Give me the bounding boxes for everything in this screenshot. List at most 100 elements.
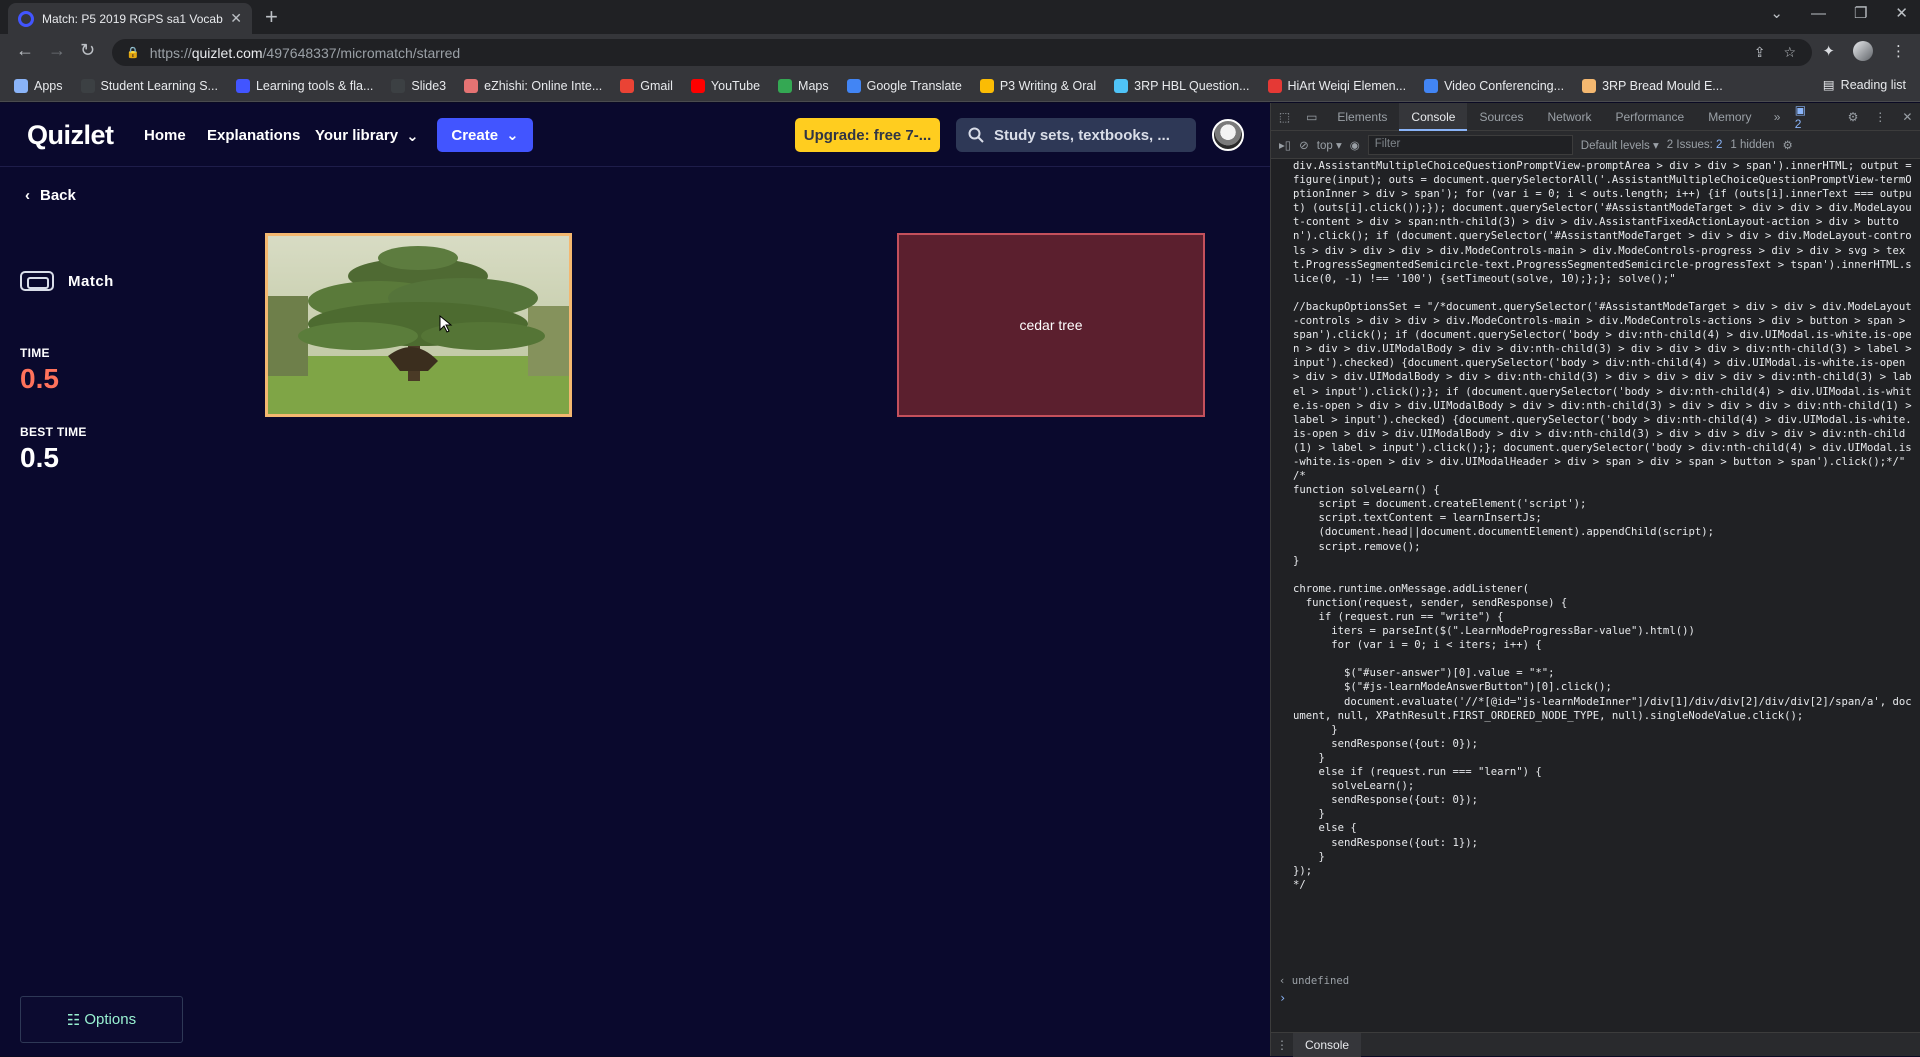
back-arrow-icon[interactable]: ← bbox=[16, 40, 34, 61]
bookmark-label: Student Learning S... bbox=[100, 78, 218, 93]
bookmark-item[interactable]: eZhishi: Online Inte... bbox=[464, 78, 602, 93]
devtools-menu-icon[interactable]: ⋮ bbox=[1867, 110, 1894, 124]
tab-search-chevron-icon[interactable]: ⌄ bbox=[1770, 4, 1783, 22]
chevron-down-icon: ⌄ bbox=[406, 128, 419, 145]
nav-home[interactable]: Home bbox=[144, 127, 186, 144]
reading-list-button[interactable]: ▤ Reading list bbox=[1823, 77, 1906, 93]
nav-your-library[interactable]: Your library ⌄ bbox=[315, 127, 419, 145]
bookmark-item[interactable]: Maps bbox=[778, 78, 829, 93]
bookmark-favicon-icon bbox=[778, 78, 793, 93]
browser-menu-icon[interactable]: ⋮ bbox=[1891, 42, 1906, 60]
share-icon[interactable]: ⇪ bbox=[1754, 44, 1766, 61]
filter-input[interactable]: Filter bbox=[1367, 134, 1573, 155]
bookmark-favicon-icon bbox=[690, 78, 705, 93]
bookmark-item[interactable]: Learning tools & fla... bbox=[235, 78, 374, 93]
back-label: Back bbox=[40, 187, 76, 204]
bookmark-item[interactable]: Slide3 bbox=[391, 78, 446, 93]
inspect-element-icon[interactable]: ⬚ bbox=[1271, 110, 1298, 124]
back-link[interactable]: ‹ Back bbox=[25, 187, 76, 204]
bookmark-favicon-icon bbox=[1267, 78, 1282, 93]
browser-tab[interactable]: Match: P5 2019 RGPS sa1 Vocab ✕ bbox=[8, 3, 252, 34]
bookmark-item[interactable]: HiArt Weiqi Elemen... bbox=[1267, 78, 1406, 93]
search-input[interactable]: Study sets, textbooks, ... bbox=[956, 118, 1196, 152]
extensions-puzzle-icon[interactable]: ✦ bbox=[1822, 42, 1835, 60]
context-label: top bbox=[1316, 139, 1333, 152]
bookmark-favicon-icon bbox=[235, 78, 250, 93]
create-button[interactable]: Create ⌄ bbox=[437, 118, 533, 152]
reload-icon[interactable]: ↻ bbox=[80, 40, 95, 61]
context-select[interactable]: top ▾ bbox=[1317, 138, 1342, 152]
devtools-tab-memory[interactable]: Memory bbox=[1696, 103, 1763, 131]
bookmark-item[interactable]: Video Conferencing... bbox=[1424, 78, 1565, 93]
profile-avatar[interactable] bbox=[1853, 41, 1873, 61]
bookmark-label: 3RP HBL Question... bbox=[1134, 78, 1250, 93]
devtools-tab-elements[interactable]: Elements bbox=[1325, 103, 1399, 131]
bookmarks-bar: Apps Student Learning S... Learning tools … bbox=[0, 70, 1920, 102]
term-card-cedar-tree[interactable]: cedar tree bbox=[897, 233, 1205, 417]
bookmark-label: YouTube bbox=[710, 78, 761, 93]
settings-gear-icon[interactable]: ⚙ bbox=[1839, 110, 1866, 124]
chevron-down-icon: ⌄ bbox=[506, 127, 519, 144]
close-devtools-icon[interactable]: ✕ bbox=[1894, 110, 1920, 124]
bookmark-item[interactable]: P3 Writing & Oral bbox=[979, 78, 1097, 93]
user-avatar[interactable] bbox=[1212, 119, 1244, 151]
more-tabs-icon[interactable]: » bbox=[1764, 110, 1791, 124]
forward-arrow-icon[interactable]: → bbox=[48, 40, 66, 61]
restore-icon[interactable]: ❐ bbox=[1854, 4, 1867, 22]
console-toolbar: ▸▯ ⊘ top ▾ ◉ Filter Default levels ▾ 2 I… bbox=[1271, 131, 1920, 159]
address-bar[interactable]: 🔒 https://quizlet.com/497648337/micromat… bbox=[112, 39, 1812, 66]
bookmark-item[interactable]: Apps bbox=[14, 78, 63, 93]
best-time-value: 0.5 bbox=[20, 442, 59, 473]
search-icon bbox=[968, 127, 984, 143]
quizlet-favicon-icon bbox=[18, 10, 34, 27]
new-tab-button[interactable]: + bbox=[265, 4, 278, 30]
bookmark-star-icon[interactable]: ☆ bbox=[1783, 44, 1796, 61]
close-tab-icon[interactable]: ✕ bbox=[230, 10, 242, 27]
bookmark-label: Apps bbox=[34, 78, 63, 93]
devtools-tab-sources[interactable]: Sources bbox=[1467, 103, 1535, 131]
upgrade-button[interactable]: Upgrade: free 7-... bbox=[795, 118, 940, 152]
bookmark-item[interactable]: Google Translate bbox=[846, 78, 962, 93]
bookmark-label: Maps bbox=[798, 78, 829, 93]
browser-tab-strip: Match: P5 2019 RGPS sa1 Vocab ✕ + ⌄ — ❐ … bbox=[0, 0, 1920, 34]
bookmark-label: Learning tools & fla... bbox=[255, 78, 374, 93]
log-levels-select[interactable]: Default levels ▾ bbox=[1581, 138, 1659, 152]
clear-console-icon[interactable]: ⊘ bbox=[1299, 138, 1309, 152]
bookmark-item[interactable]: 3RP Bread Mould E... bbox=[1582, 78, 1723, 93]
bookmark-item[interactable]: 3RP HBL Question... bbox=[1114, 78, 1250, 93]
create-label: Create bbox=[451, 126, 499, 144]
devtools-drawer: ⋮ Console bbox=[1271, 1032, 1920, 1057]
sidebar-toggle-icon[interactable]: ▸▯ bbox=[1279, 138, 1291, 152]
site-header: Quizlet Home Explanations Your library ⌄… bbox=[0, 103, 1270, 167]
sliders-icon: ☷ bbox=[66, 1011, 81, 1029]
bookmark-label: Video Conferencing... bbox=[1444, 78, 1565, 93]
bookmark-item[interactable]: YouTube bbox=[690, 78, 761, 93]
bookmark-label: P3 Writing & Oral bbox=[999, 78, 1097, 93]
options-button[interactable]: ☷ Options bbox=[20, 996, 183, 1043]
quizlet-logo[interactable]: Quizlet bbox=[27, 120, 114, 151]
console-settings-gear-icon[interactable]: ⚙ bbox=[1783, 138, 1793, 152]
extension-area: ✦ ⋮ bbox=[1822, 41, 1906, 61]
drawer-menu-icon[interactable]: ⋮ bbox=[1271, 1038, 1293, 1052]
devtools-tab-console[interactable]: Console bbox=[1399, 102, 1468, 131]
drawer-tab-console[interactable]: Console bbox=[1293, 1032, 1362, 1057]
nav-explanations[interactable]: Explanations bbox=[207, 127, 300, 144]
bookmark-item[interactable]: Gmail bbox=[620, 78, 673, 93]
window-controls: ⌄ — ❐ ✕ bbox=[1770, 4, 1908, 23]
issues-button[interactable]: 2 Issues: 2 bbox=[1667, 139, 1723, 151]
devtools-tab-bar: ⬚ ▭ Elements Console Sources Network Per… bbox=[1271, 102, 1920, 131]
bookmark-item[interactable]: Student Learning S... bbox=[80, 78, 218, 93]
devtools-tab-network[interactable]: Network bbox=[1535, 103, 1603, 131]
bookmark-label: Gmail bbox=[640, 78, 673, 93]
bookmark-favicon-icon bbox=[846, 78, 861, 93]
messages-badge[interactable]: ▣ 2 bbox=[1795, 103, 1816, 131]
close-window-icon[interactable]: ✕ bbox=[1895, 4, 1908, 22]
minimize-icon[interactable]: — bbox=[1811, 5, 1826, 22]
devtools-tab-performance[interactable]: Performance bbox=[1603, 103, 1696, 131]
device-toolbar-icon[interactable]: ▭ bbox=[1298, 110, 1325, 124]
live-expression-eye-icon[interactable]: ◉ bbox=[1350, 138, 1360, 152]
image-card-cedar-tree[interactable] bbox=[265, 233, 572, 417]
options-label: Options bbox=[84, 1011, 137, 1028]
devtools-panel: ⬚ ▭ Elements Console Sources Network Per… bbox=[1270, 102, 1920, 1057]
console-prompt-input[interactable]: › bbox=[1279, 991, 1286, 1005]
